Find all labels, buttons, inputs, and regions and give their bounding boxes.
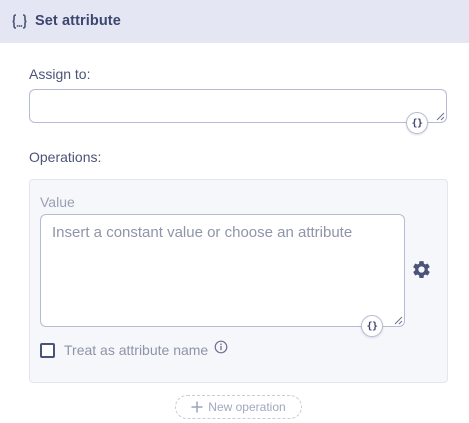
- value-placeholder: Insert a constant value or choose an att…: [52, 224, 353, 241]
- plus-icon: [191, 401, 203, 413]
- panel-header: Set attribute: [0, 0, 469, 43]
- resize-grip-icon[interactable]: [394, 316, 403, 325]
- curly-braces-icon: [12, 14, 27, 29]
- info-icon[interactable]: [214, 340, 228, 354]
- panel-title: Set attribute: [35, 13, 121, 29]
- operations-label: Operations:: [29, 149, 102, 165]
- value-label: Value: [40, 194, 75, 210]
- assign-to-input[interactable]: [29, 89, 447, 123]
- treat-as-attribute-label: Treat as attribute name: [64, 342, 209, 358]
- new-operation-label: New operation: [208, 400, 286, 414]
- new-operation-button[interactable]: New operation: [175, 395, 302, 419]
- treat-as-attribute-checkbox[interactable]: [40, 343, 55, 358]
- value-textarea[interactable]: Insert a constant value or choose an att…: [40, 214, 405, 327]
- assign-expression-button[interactable]: {}: [406, 112, 428, 134]
- value-expression-button[interactable]: {}: [361, 315, 383, 337]
- assign-to-label: Assign to:: [29, 66, 91, 82]
- resize-grip-icon[interactable]: [436, 112, 445, 121]
- gear-icon[interactable]: [411, 259, 432, 280]
